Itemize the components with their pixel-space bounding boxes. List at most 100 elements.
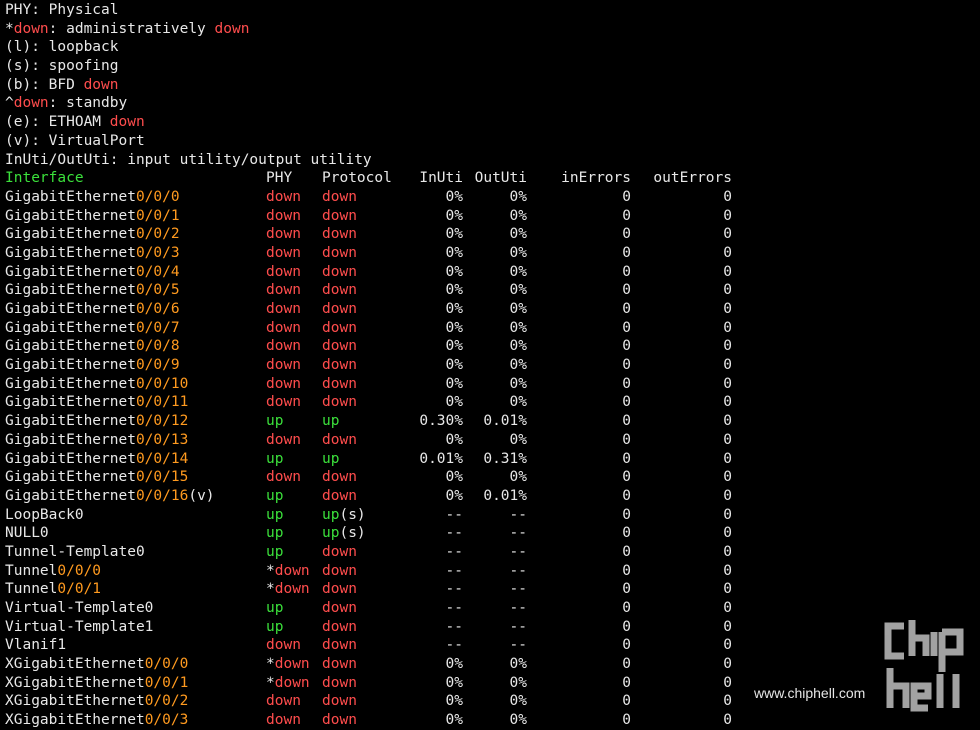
table-row: GigabitEthernet0/0/7 down down 0% 0% 0 0	[5, 319, 980, 338]
interface-base: GigabitEthernet	[5, 282, 136, 299]
output-errors: 0	[723, 188, 732, 205]
phy-status: down	[266, 263, 301, 282]
interface-name: GigabitEthernet0/0/3	[5, 244, 180, 263]
interface-base: GigabitEthernet	[5, 338, 136, 355]
phy-status: up	[266, 412, 283, 431]
legend-line: ^down: standby	[5, 94, 980, 113]
phy-state: up	[266, 487, 284, 504]
phy-state: down	[274, 581, 310, 598]
legend-text: (v): VirtualPort	[5, 132, 145, 149]
interface-name: GigabitEthernet0/0/12	[5, 412, 188, 431]
phy-state: up	[266, 543, 284, 560]
table-row: GigabitEthernet0/0/2 down down 0% 0% 0 0	[5, 225, 980, 244]
interface-base: GigabitEthernet	[5, 319, 136, 336]
input-errors: 0	[622, 413, 631, 430]
interface-number: 0/0/4	[135, 263, 180, 280]
protocol-state: down	[322, 487, 357, 504]
interface-number: 0/0/15	[135, 469, 189, 486]
interface-base: GigabitEthernet	[5, 226, 136, 243]
input-utility: 0%	[445, 357, 463, 374]
header-outerrors: outErrors	[653, 170, 732, 187]
interface-name: GigabitEthernet0/0/0	[5, 188, 180, 207]
phy-status: up	[266, 450, 283, 469]
legend-line: (s): spoofing	[5, 57, 980, 76]
input-errors: 0	[622, 263, 631, 280]
output-utility: 0%	[509, 394, 527, 411]
input-utility: 0.01%	[419, 450, 463, 467]
protocol-status: down	[322, 655, 357, 674]
input-utility: 0%	[445, 263, 463, 280]
protocol-state: up	[322, 525, 340, 542]
input-errors: 0	[622, 543, 631, 560]
output-utility: 0%	[509, 357, 527, 374]
table-row: GigabitEthernet0/0/10 down down 0% 0% 0 0	[5, 375, 980, 394]
protocol-state: down	[322, 301, 357, 317]
protocol-state: up	[322, 413, 340, 430]
interface-number: 0/0/1	[144, 674, 189, 691]
output-utility: 0%	[509, 263, 527, 280]
protocol-state: down	[322, 394, 357, 411]
output-errors: 0	[723, 600, 732, 616]
protocol-state: down	[322, 618, 357, 635]
phy-status: down	[266, 188, 301, 207]
interface-number: 0/0/0	[57, 562, 102, 579]
interface-name: GigabitEthernet0/0/1	[5, 207, 180, 226]
legend-text: InUti/OutUti: input utility/output utili…	[5, 151, 372, 168]
phy-status: up	[266, 618, 283, 637]
interface-number: 0/0/16	[135, 487, 189, 504]
interface-base: XGigabitEthernet	[5, 674, 145, 691]
protocol-status: down	[322, 618, 357, 637]
protocol-state: down	[322, 674, 357, 691]
table-row: LoopBack0 up up(s) -- -- 0 0	[5, 506, 980, 525]
output-utility: 0%	[509, 693, 527, 710]
output-errors: 0	[723, 656, 732, 673]
header-oututi: OutUti	[474, 170, 527, 187]
table-row: GigabitEthernet0/0/5 down down 0% 0% 0 0	[5, 281, 980, 300]
interface-number: 0/0/0	[135, 188, 180, 205]
input-utility: --	[445, 543, 463, 560]
output-utility: 0%	[509, 375, 527, 392]
phy-status: *down	[266, 655, 310, 674]
chiphell-logo-icon	[884, 620, 964, 712]
phy-status: down	[266, 375, 301, 394]
interface-base: GigabitEthernet	[5, 263, 136, 280]
output-utility: 0%	[509, 712, 527, 729]
table-row: Vlanif1 down down -- -- 0 0	[5, 636, 980, 655]
input-utility: 0%	[445, 487, 463, 504]
output-errors: 0	[723, 431, 732, 448]
output-utility: 0%	[509, 207, 527, 224]
interface-base: GigabitEthernet	[5, 413, 136, 430]
phy-status: down	[266, 356, 301, 375]
input-utility: 0%	[445, 674, 463, 691]
interface-number: 0/0/2	[135, 226, 180, 243]
input-utility: 0%	[445, 394, 463, 411]
interface-number: 0/0/11	[135, 394, 189, 411]
input-utility: --	[445, 600, 463, 616]
output-errors: 0	[723, 263, 732, 280]
phy-state: down	[266, 712, 301, 729]
output-utility: --	[509, 525, 527, 542]
phy-state: down	[266, 226, 301, 243]
input-errors: 0	[622, 693, 631, 710]
interface-base: Tunnel-Template0	[5, 543, 145, 560]
interface-base: XGigabitEthernet	[5, 693, 145, 710]
input-utility: 0%	[445, 656, 463, 673]
output-utility: 0%	[509, 244, 527, 261]
input-errors: 0	[622, 581, 631, 598]
protocol-status: down	[322, 281, 357, 300]
phy-state: down	[266, 319, 301, 336]
input-utility: --	[445, 581, 463, 598]
table-row: Virtual-Template1 up down -- -- 0 0	[5, 618, 980, 637]
phy-status: *down	[266, 580, 310, 599]
interface-name: Virtual-Template1	[5, 618, 153, 637]
interface-name: GigabitEthernet0/0/8	[5, 337, 180, 356]
input-errors: 0	[622, 338, 631, 355]
interface-number: 0/0/5	[135, 282, 180, 299]
protocol-status: down	[322, 562, 357, 581]
output-errors: 0	[723, 301, 732, 317]
input-utility: 0%	[445, 188, 463, 205]
output-utility: --	[509, 562, 527, 579]
table-row: Tunnel-Template0 up down -- -- 0 0	[5, 543, 980, 562]
legend-text: (l): loopback	[5, 39, 119, 56]
phy-status: down	[266, 393, 301, 412]
